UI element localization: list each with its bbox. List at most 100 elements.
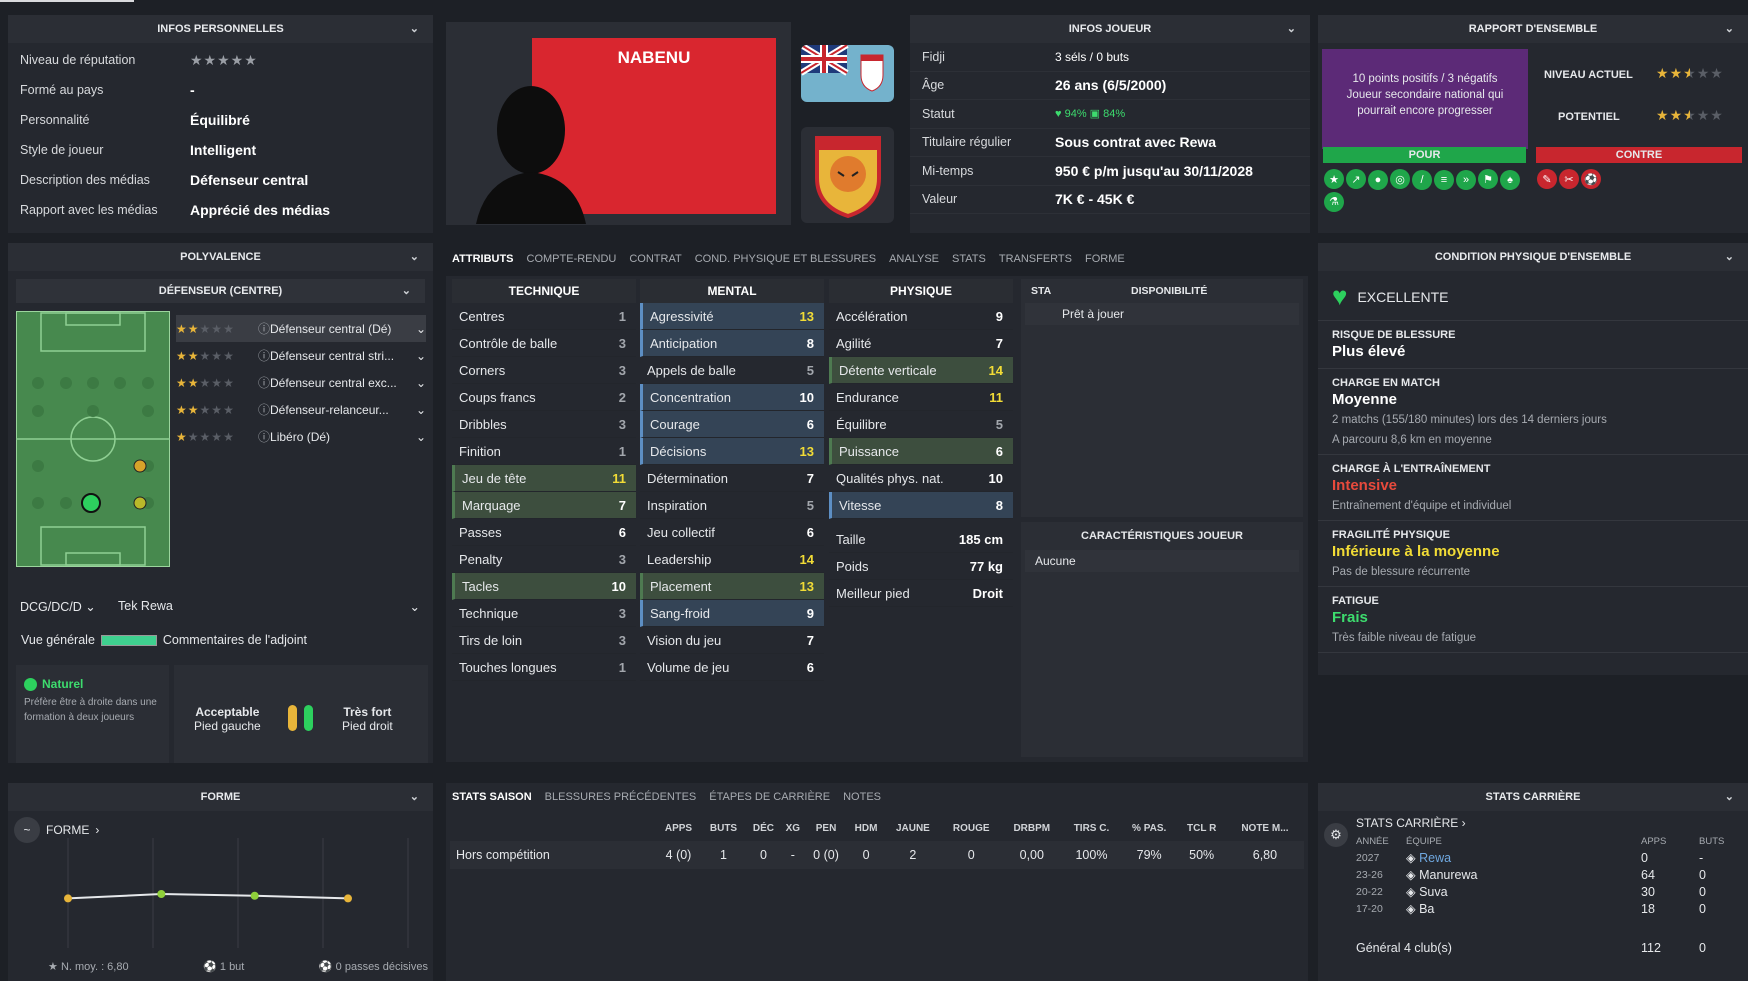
role-item[interactable]: ★★★★★ ⓘ Libéro (Dé) ⌄ — [176, 423, 426, 450]
chevron-down-icon[interactable]: ⌄ — [1725, 15, 1734, 43]
role-item[interactable]: ★★★★★ ⓘ Défenseur central (Dé) ⌄ — [176, 315, 426, 342]
star-icon[interactable]: ★ — [1324, 169, 1344, 189]
attribute-row[interactable]: Anticipation 8 — [640, 330, 824, 357]
form-point[interactable] — [157, 890, 166, 898]
personal-title[interactable]: INFOS PERSONNELLES ⌄ — [8, 15, 433, 43]
attribute-row[interactable]: Penalty 3 — [452, 546, 636, 573]
weight-icon[interactable]: ♠ — [1500, 169, 1520, 190]
attribute-row[interactable]: Vision du jeu 7 — [640, 627, 824, 654]
season-col-header[interactable]: DRBPM — [1002, 815, 1063, 841]
attribute-row[interactable]: Contrôle de balle 3 — [452, 330, 636, 357]
info-icon[interactable]: ⓘ — [258, 401, 270, 418]
season-tab-3[interactable]: NOTES — [843, 791, 881, 803]
info-icon[interactable]: ⓘ — [258, 374, 270, 391]
info-icon[interactable]: ⓘ — [258, 320, 270, 337]
condition-title[interactable]: CONDITION PHYSIQUE D'ENSEMBLE ⌄ — [1318, 243, 1748, 271]
attribute-row[interactable]: Coups francs 2 — [452, 384, 636, 411]
tab-5[interactable]: STATS — [952, 253, 986, 265]
attribute-row[interactable]: Placement 13 — [640, 573, 824, 600]
team-name[interactable]: Rewa — [1419, 851, 1451, 865]
attribute-row[interactable]: Corners 3 — [452, 357, 636, 384]
tactics-icon[interactable]: ≡ — [1434, 169, 1454, 190]
attribute-row[interactable]: Volume de jeu 6 — [640, 654, 824, 681]
tab-1[interactable]: COMPTE-RENDU — [527, 253, 617, 265]
attribute-row[interactable]: Jeu collectif 6 — [640, 519, 824, 546]
season-col-header[interactable]: APPS — [656, 815, 701, 841]
role-item[interactable]: ★★★★★ ⓘ Défenseur-relanceur... ⌄ — [176, 396, 426, 423]
season-tab-1[interactable]: BLESSURES PRÉCÉDENTES — [545, 791, 697, 803]
pos-select[interactable]: DCG/DC/D ⌄ — [20, 599, 96, 614]
season-col-header[interactable]: % PAS. — [1121, 815, 1178, 841]
attribute-row[interactable]: Vitesse 8 — [829, 492, 1013, 519]
trend-icon[interactable]: ↗ — [1346, 169, 1366, 189]
attribute-row[interactable]: Décisions 13 — [640, 438, 824, 465]
boot-icon[interactable]: / — [1412, 169, 1432, 190]
attribute-row[interactable]: Tirs de loin 3 — [452, 627, 636, 654]
season-tab-2[interactable]: ÉTAPES DE CARRIÈRE — [709, 791, 830, 803]
target-icon[interactable]: ◎ — [1390, 169, 1410, 189]
role-item[interactable]: ★★★★★ ⓘ Défenseur central exc... ⌄ — [176, 369, 426, 396]
attribute-row[interactable]: Tacles 10 — [452, 573, 636, 600]
chevron-down-icon[interactable]: ⌄ — [410, 15, 419, 43]
attribute-row[interactable]: Détermination 7 — [640, 465, 824, 492]
attribute-row[interactable]: Agilité 7 — [829, 330, 1013, 357]
chevron-down-icon[interactable]: ⌄ — [416, 322, 426, 336]
attribute-row[interactable]: Inspiration 5 — [640, 492, 824, 519]
role-item[interactable]: ★★★★★ ⓘ Défenseur central stri... ⌄ — [176, 342, 426, 369]
comments-link[interactable]: Commentaires de l'adjoint — [163, 633, 307, 647]
career-title[interactable]: STATS CARRIÈRE ⌄ — [1318, 783, 1748, 811]
form-point[interactable] — [344, 894, 352, 903]
career-row[interactable]: 23-26 ◈ Manurewa 64 0 — [1356, 866, 1741, 883]
chevron-down-icon[interactable]: ⌄ — [402, 279, 411, 303]
tab-4[interactable]: ANALYSE — [889, 253, 939, 265]
chevron-down-icon[interactable]: ⌄ — [416, 376, 426, 390]
season-col-header[interactable]: XG — [781, 815, 805, 841]
season-col-header[interactable]: NOTE M... — [1226, 815, 1304, 841]
info-title[interactable]: INFOS JOUEUR ⌄ — [910, 15, 1310, 43]
attribute-row[interactable]: Dribbles 3 — [452, 411, 636, 438]
tab-6[interactable]: TRANSFERTS — [999, 253, 1072, 265]
chevron-down-icon[interactable]: ⌄ — [1725, 783, 1734, 811]
chevron-down-icon[interactable]: ⌄ — [1287, 15, 1296, 43]
run-icon[interactable]: » — [1456, 169, 1476, 190]
wrench-icon[interactable]: ✎ — [1537, 169, 1557, 189]
flask-icon[interactable]: ⚗ — [1324, 191, 1344, 212]
chevron-down-icon[interactable]: ⌄ — [416, 430, 426, 444]
attribute-row[interactable]: Finition 1 — [452, 438, 636, 465]
season-col-header[interactable]: TIRS C. — [1062, 815, 1121, 841]
season-col-header[interactable]: HDM — [847, 815, 885, 841]
season-col-header[interactable]: PEN — [805, 815, 847, 841]
season-tab-0[interactable]: STATS SAISON — [452, 791, 532, 803]
info-icon[interactable]: ⓘ — [258, 347, 270, 364]
attribute-row[interactable]: Concentration 10 — [640, 384, 824, 411]
chevron-down-icon[interactable]: ⌄ — [410, 783, 419, 811]
attribute-row[interactable]: Courage 6 — [640, 411, 824, 438]
info-icon[interactable]: ⓘ — [258, 428, 270, 445]
career-row[interactable]: 2027 ◈ Rewa 0- — [1356, 849, 1741, 866]
attribute-row[interactable]: Passes 6 — [452, 519, 636, 546]
career-row[interactable]: 17-20 ◈ Ba 18 0 — [1356, 900, 1741, 917]
attribute-row[interactable]: Accélération 9 — [829, 303, 1013, 330]
chevron-down-icon[interactable]: ⌄ — [410, 243, 419, 271]
form-title[interactable]: FORME ⌄ — [8, 783, 433, 811]
attribute-row[interactable]: Technique 3 — [452, 600, 636, 627]
season-col-header[interactable]: DÉC — [746, 815, 781, 841]
tab-0[interactable]: ATTRIBUTS — [452, 253, 514, 265]
attribute-row[interactable]: Sang-froid 9 — [640, 600, 824, 627]
chevron-down-icon[interactable]: ⌄ — [416, 349, 426, 363]
team-select[interactable]: Tek Rewa ⌄ — [118, 599, 420, 614]
report-title[interactable]: RAPPORT D'ENSEMBLE ⌄ — [1318, 15, 1748, 43]
form-point[interactable] — [250, 891, 259, 900]
career-link[interactable]: STATS CARRIÈRE › — [1356, 816, 1466, 830]
head-icon[interactable]: ● — [1368, 169, 1388, 190]
settings-icon[interactable]: ⚙ — [1324, 823, 1348, 847]
chevron-down-icon[interactable]: ⌄ — [1725, 243, 1734, 271]
attribute-row[interactable]: Qualités phys. nat. 10 — [829, 465, 1013, 492]
table-row[interactable]: Hors compétition 4 (0) 1 0-0 (0) 0 2 0 0,00 100%… — [450, 841, 1304, 869]
career-row[interactable]: 20-22 ◈ Suva 30 0 — [1356, 883, 1741, 900]
attribute-row[interactable]: Appels de balle 5 — [640, 357, 824, 384]
season-col-header[interactable]: ROUGE — [941, 815, 1002, 841]
attribute-row[interactable]: Leadership 14 — [640, 546, 824, 573]
attribute-row[interactable]: Puissance 6 — [829, 438, 1013, 465]
season-col-header[interactable]: JAUNE — [885, 815, 941, 841]
